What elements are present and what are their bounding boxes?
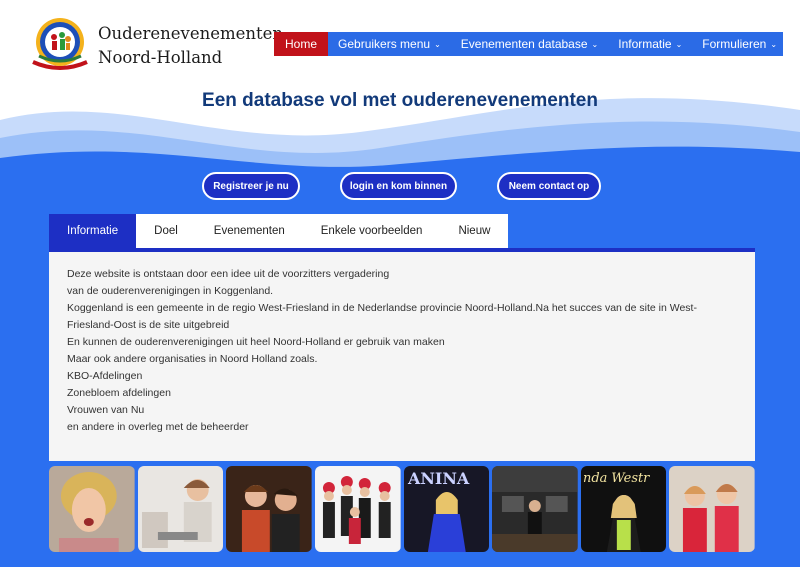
gallery-photo-performers-stage[interactable] xyxy=(226,466,312,552)
nav-item-formulieren[interactable]: Formulieren ⌄ xyxy=(692,32,787,56)
tab-enkele-voorbeelden[interactable]: Enkele voorbeelden xyxy=(302,214,441,248)
gallery-photo-duo-women[interactable] xyxy=(137,466,224,552)
nav-item-evenementen-database[interactable]: Evenementen database ⌄ xyxy=(451,32,608,56)
tab-nieuw[interactable]: Nieuw xyxy=(440,214,509,248)
tab-informatie[interactable]: Informatie xyxy=(49,214,137,248)
site-name-line1: Ouderenevenementen xyxy=(98,24,284,43)
logo-emblem-icon xyxy=(32,18,88,70)
site-name-line2: Noord-Holland xyxy=(98,48,223,67)
panel-line: Zonebloem afdelingen xyxy=(67,387,171,399)
panel-line: En kunnen de ouderenverenigingen uit hee… xyxy=(67,336,445,348)
gallery-caption-anina: ANINA xyxy=(406,469,469,488)
gallery-photo-group-red-hats[interactable] xyxy=(314,466,401,552)
nav-item-informatie[interactable]: Informatie ⌄ xyxy=(608,32,692,56)
gallery-photo-singer-woman[interactable] xyxy=(49,466,135,552)
site-logo[interactable] xyxy=(25,12,95,74)
main-nav: Home Gebruikers menu ⌄ Evenementen datab… xyxy=(274,32,783,56)
nav-label: Informatie xyxy=(618,37,672,51)
panel-line: van de ouderenverenigingen in Koggenland… xyxy=(67,285,274,297)
panel-line: Vrouwen van Nu xyxy=(67,404,145,416)
nav-label: Formulieren xyxy=(702,37,767,51)
panel-line: Koggenland is een gemeente in de regio W… xyxy=(67,302,697,331)
gallery-caption-linda-westra: nda Westr xyxy=(583,471,650,486)
info-tabs: Informatie Doel Evenementen Enkele voorb… xyxy=(49,214,509,248)
gallery-photo-anina[interactable]: ANINA xyxy=(403,466,490,552)
tab-doel[interactable]: Doel xyxy=(136,214,196,248)
login-button[interactable]: login en kom binnen xyxy=(340,172,457,200)
panel-line: KBO-Afdelingen xyxy=(67,370,143,382)
register-button[interactable]: Registreer je nu xyxy=(202,172,300,200)
gallery-photo-two-ladies-red[interactable] xyxy=(669,466,755,552)
tab-panel-informatie: Deze website is ontstaan door een idee u… xyxy=(49,252,755,461)
chevron-down-icon: ⌄ xyxy=(591,39,599,49)
panel-line: Deze website is ontstaan door een idee u… xyxy=(67,268,390,280)
panel-line: en andere in overleg met de beheerder xyxy=(67,421,249,433)
chevron-down-icon: ⌄ xyxy=(434,39,441,49)
nav-item-gebruikers-menu[interactable]: Gebruikers menu ⌄ xyxy=(328,32,451,56)
gallery-photo-linda-westra[interactable]: nda Westr xyxy=(580,466,667,552)
chevron-down-icon: ⌄ xyxy=(770,39,778,49)
contact-button[interactable]: Neem contact op xyxy=(497,172,601,200)
nav-label: Gebruikers menu xyxy=(338,37,431,51)
gallery-photo-stage-performer[interactable] xyxy=(492,466,578,552)
hero-title: Een database vol met ouderenevenementen xyxy=(202,90,598,111)
photo-gallery: ANINA nda Westr xyxy=(49,466,755,552)
site-name[interactable]: Ouderenevenementen Noord-Holland xyxy=(98,22,283,70)
panel-line: Maar ook andere organisaties in Noord Ho… xyxy=(67,353,318,365)
tab-evenementen[interactable]: Evenementen xyxy=(195,214,303,248)
chevron-down-icon: ⌄ xyxy=(675,39,683,49)
nav-label: Evenementen database xyxy=(460,37,588,51)
nav-item-home[interactable]: Home xyxy=(274,32,329,56)
nav-label: Home xyxy=(285,37,318,51)
